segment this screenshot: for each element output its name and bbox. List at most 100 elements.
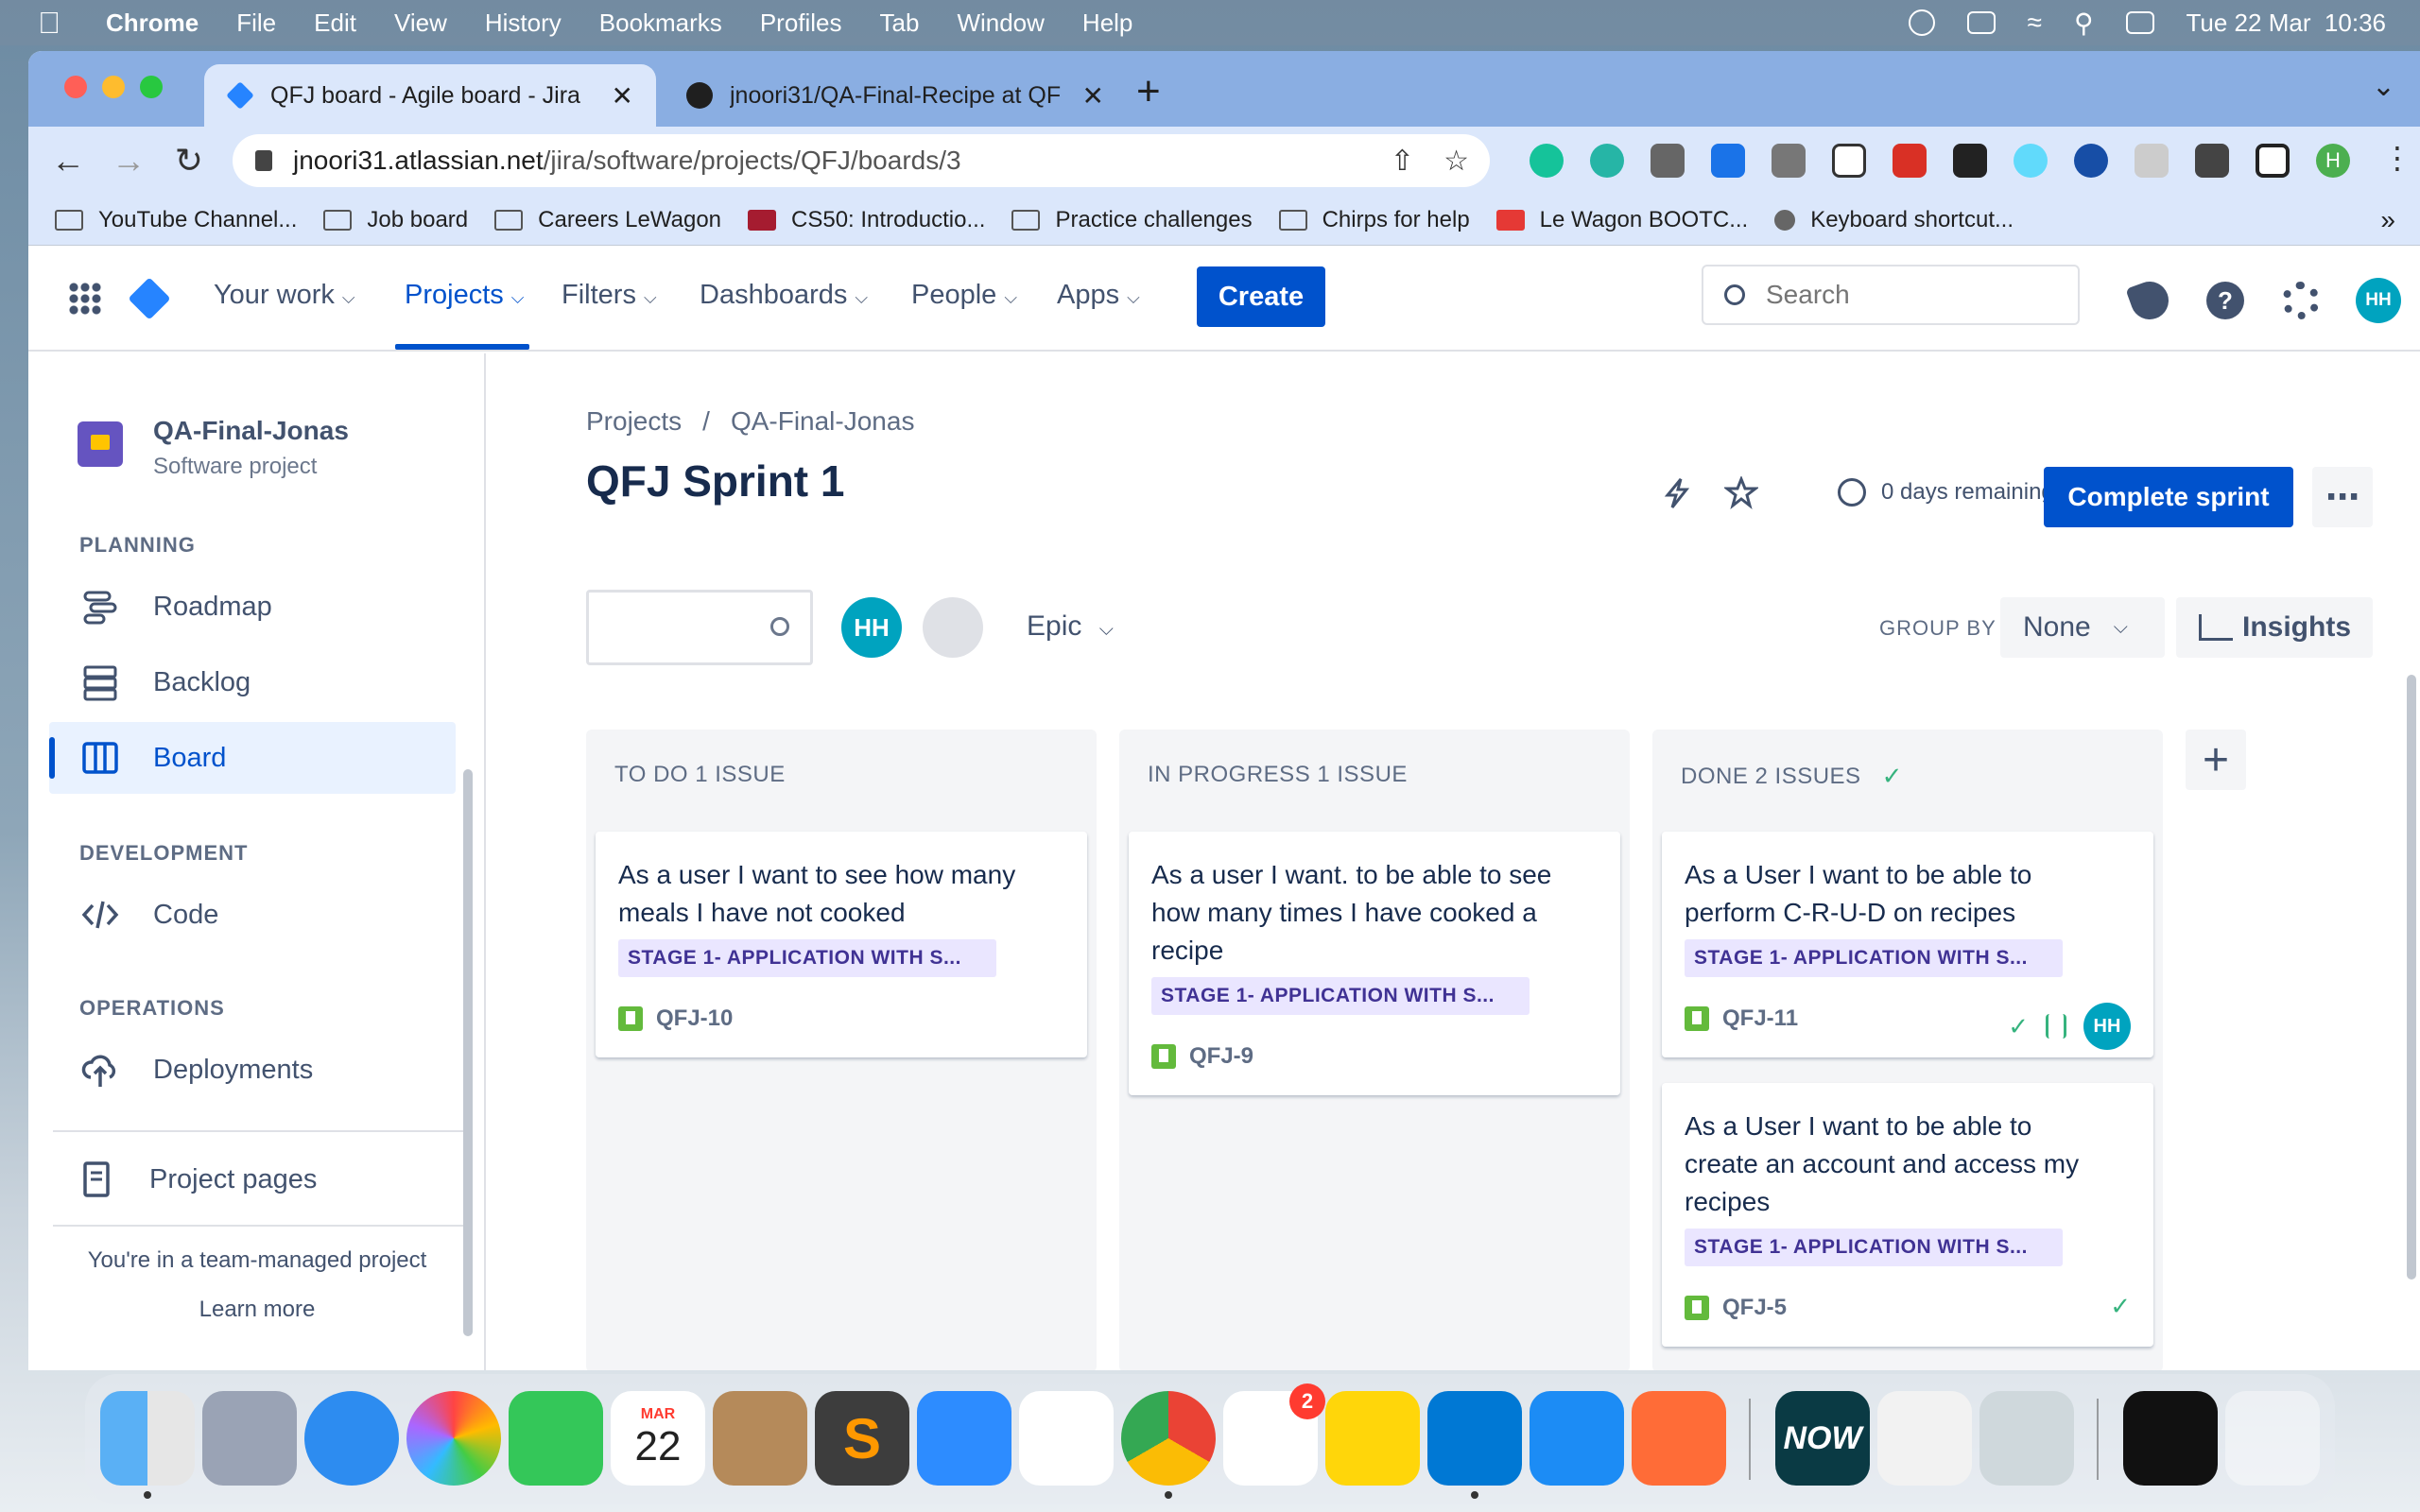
extension-doc-icon[interactable]	[2135, 144, 2169, 178]
issue-card[interactable]: As a user I want. to be able to see how …	[1129, 832, 1620, 1095]
nav-dashboards[interactable]: Dashboards ⌵	[700, 280, 868, 311]
settings-gear-icon[interactable]	[2282, 282, 2320, 319]
minimize-window-button[interactable]	[102, 76, 125, 98]
menu-view[interactable]: View	[394, 9, 447, 38]
issue-card[interactable]: As a user I want to see how many meals I…	[596, 832, 1087, 1057]
close-tab-icon[interactable]: ✕	[612, 80, 633, 112]
board-search[interactable]	[586, 590, 813, 665]
back-button[interactable]: ←	[38, 141, 98, 180]
add-column-button[interactable]: +	[2186, 730, 2246, 790]
profile-avatar[interactable]: H	[2316, 144, 2350, 178]
extension-m-icon[interactable]	[1590, 144, 1624, 178]
issue-key[interactable]: QFJ-11	[1722, 1005, 1798, 1032]
learn-more-link[interactable]: Learn more	[28, 1297, 486, 1323]
extension-2-icon[interactable]	[1711, 144, 1745, 178]
issue-key[interactable]: QFJ-5	[1722, 1295, 1787, 1321]
screenshot-extension-icon[interactable]	[1832, 144, 1866, 178]
add-people-icon[interactable]	[923, 597, 983, 658]
bookmark-chirps[interactable]: Chirps for help	[1278, 207, 1470, 233]
menu-edit[interactable]: Edit	[314, 9, 356, 38]
safari-icon[interactable]	[304, 1391, 399, 1486]
launchpad-icon[interactable]	[202, 1391, 297, 1486]
facetime-icon[interactable]	[509, 1391, 603, 1486]
sidebar-scrollbar[interactable]	[463, 769, 473, 1336]
menu-profiles[interactable]: Profiles	[760, 9, 842, 38]
epic-filter-dropdown[interactable]: Epic ⌵	[1027, 610, 1114, 643]
control-center-icon[interactable]	[2125, 11, 2154, 34]
branch-icon[interactable]	[2046, 1014, 2066, 1039]
ruler-extension-icon[interactable]	[1893, 144, 1927, 178]
contacts-icon[interactable]	[713, 1391, 807, 1486]
insights-button[interactable]: Insights	[2176, 597, 2373, 658]
calendar-icon[interactable]: MAR 22	[611, 1391, 705, 1486]
screen-time-icon[interactable]	[1908, 9, 1935, 36]
bookmark-job-board[interactable]: Job board	[323, 207, 468, 233]
bookmark-lewagon[interactable]: Le Wagon BOOTC...	[1495, 207, 1748, 233]
eyedropper-extension-icon[interactable]	[1651, 144, 1685, 178]
share-icon[interactable]: ⇧	[1391, 145, 1414, 178]
project-name[interactable]: QA-Final-Jonas	[153, 416, 349, 446]
finder-icon[interactable]	[100, 1391, 195, 1486]
textedit-icon[interactable]	[1877, 1391, 1972, 1486]
bug-extension-icon[interactable]	[1772, 144, 1806, 178]
more-actions-button[interactable]: ⋯	[2312, 467, 2373, 527]
sidebar-item-code[interactable]: Code	[49, 879, 456, 951]
issue-key[interactable]: QFJ-9	[1189, 1043, 1253, 1070]
star-icon[interactable]	[1724, 476, 1758, 510]
spotlight-icon[interactable]: ⚲	[2074, 8, 2094, 39]
bookmark-keyboard[interactable]: Keyboard shortcut...	[1774, 207, 2014, 233]
menu-bookmarks[interactable]: Bookmarks	[599, 9, 722, 38]
notifications-icon[interactable]	[2125, 276, 2174, 325]
sidebar-item-roadmap[interactable]: Roadmap	[49, 571, 456, 643]
nav-apps[interactable]: Apps ⌵	[1057, 280, 1140, 311]
group-by-dropdown[interactable]: None ⌵	[2000, 597, 2165, 658]
photos-icon[interactable]	[406, 1391, 501, 1486]
postman-icon[interactable]	[1632, 1391, 1726, 1486]
reload-button[interactable]: ↻	[159, 141, 219, 180]
menu-app-name[interactable]: Chrome	[106, 9, 199, 38]
help-icon[interactable]: ?	[2206, 282, 2244, 319]
breadcrumb-projects[interactable]: Projects	[586, 406, 682, 436]
notes-icon[interactable]	[1325, 1391, 1420, 1486]
terminal-window-thumbnail-icon[interactable]	[2123, 1391, 2218, 1486]
search-input[interactable]	[1766, 280, 2068, 310]
issue-card[interactable]: As a User I want to be able to perform C…	[1662, 832, 2153, 1057]
assignee-avatar[interactable]: HH	[2083, 1003, 2131, 1050]
battery-icon[interactable]	[1966, 11, 1996, 34]
bookmark-star-icon[interactable]: ☆	[1443, 145, 1469, 178]
react-devtools-icon[interactable]	[2014, 144, 2048, 178]
menubar-clock[interactable]: Tue 22 Mar 10:36	[2187, 9, 2387, 38]
sidebar-item-board[interactable]: Board	[49, 722, 456, 794]
menu-window[interactable]: Window	[957, 9, 1044, 38]
sidebar-item-project-pages[interactable]: Project pages	[45, 1143, 452, 1215]
apple-menu-icon[interactable]: 	[38, 6, 95, 41]
trash-icon[interactable]	[2225, 1391, 2320, 1486]
tab-jira-board[interactable]: QFJ board - Agile board - Jira ✕	[204, 64, 656, 127]
zoom-window-button[interactable]	[140, 76, 163, 98]
grammarly-extension-icon[interactable]	[1530, 144, 1564, 178]
colorpicker-extension-icon[interactable]	[1953, 144, 1987, 178]
board-search-input[interactable]	[602, 611, 753, 645]
bookmark-youtube[interactable]: YouTube Channel...	[55, 207, 297, 233]
new-tab-button[interactable]: +	[1136, 68, 1161, 115]
app-store-icon[interactable]	[1530, 1391, 1624, 1486]
bookmarks-overflow-icon[interactable]: »	[2380, 205, 2395, 235]
menu-tab[interactable]: Tab	[880, 9, 920, 38]
check-extension-icon[interactable]	[2074, 144, 2108, 178]
bookmark-cs50[interactable]: CS50: Introductio...	[748, 207, 985, 233]
nav-projects[interactable]: Projects ⌵	[405, 280, 524, 311]
menu-file[interactable]: File	[236, 9, 276, 38]
chrome-menu-icon[interactable]: ⋮	[2382, 140, 2412, 176]
close-tab-icon[interactable]: ✕	[1082, 80, 1104, 112]
reminders-icon[interactable]: 2	[1223, 1383, 1325, 1486]
sublime-text-icon[interactable]: S	[815, 1391, 909, 1486]
sidebar-item-deployments[interactable]: Deployments	[49, 1034, 456, 1106]
bookmark-practice[interactable]: Practice challenges	[1011, 207, 1253, 233]
preview-icon[interactable]	[1979, 1391, 2074, 1486]
board-scrollbar[interactable]	[2407, 675, 2416, 1280]
zoom-icon[interactable]	[917, 1391, 1011, 1486]
menu-history[interactable]: History	[485, 9, 562, 38]
chrome-icon[interactable]	[1121, 1391, 1216, 1486]
bookmark-careers[interactable]: Careers LeWagon	[494, 207, 721, 233]
issue-card[interactable]: As a User I want to be able to create an…	[1662, 1083, 2153, 1347]
